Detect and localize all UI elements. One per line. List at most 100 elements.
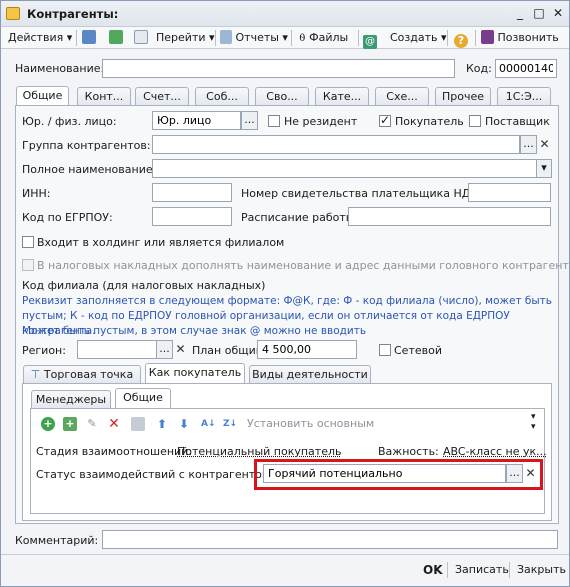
close-icon[interactable]: ✕: [549, 5, 567, 22]
edit-icon[interactable]: ✎: [85, 417, 99, 431]
move-up-icon[interactable]: ⬆: [155, 417, 169, 431]
phone-icon: [481, 30, 494, 44]
report-icon: [220, 30, 232, 44]
buyer-label: Покупатель: [395, 115, 464, 128]
group-input[interactable]: [152, 135, 520, 154]
tab-inner-general[interactable]: Общие: [115, 388, 171, 409]
tax-checkbox[interactable]: [22, 259, 34, 271]
region-label: Регион:: [22, 344, 66, 357]
footer-divider: [1, 554, 569, 555]
tab-general[interactable]: Общие: [16, 86, 69, 106]
tab-other[interactable]: Прочее: [435, 87, 491, 105]
region-select-button[interactable]: ...: [156, 340, 173, 359]
paperclip-icon: ⍬: [299, 31, 306, 44]
code-input[interactable]: [495, 59, 557, 78]
importance-link[interactable]: ABC-класс не ук...: [443, 445, 547, 458]
region-input[interactable]: [77, 340, 157, 359]
fullname-input[interactable]: [152, 159, 537, 178]
schedule-input[interactable]: [348, 207, 551, 226]
tab-contacts[interactable]: Конт...: [77, 87, 131, 105]
call-button[interactable]: Позвонить: [481, 30, 559, 46]
inn-label: ИНН:: [22, 187, 51, 200]
vat-input[interactable]: [468, 183, 551, 202]
holding-checkbox[interactable]: [22, 236, 34, 248]
importance-label: Важность:: [378, 445, 439, 458]
ok-button[interactable]: OK: [423, 563, 443, 577]
delete-icon[interactable]: ✕: [107, 417, 121, 431]
trade-point-icon: ⊤: [30, 368, 41, 381]
goto-menu[interactable]: Перейти ▾: [156, 30, 215, 46]
network-checkbox[interactable]: [379, 344, 391, 356]
holding-label: Входит в холдинг или является филиалом: [37, 236, 285, 249]
fullname-dropdown-icon[interactable]: ▾: [536, 159, 552, 178]
tab-categories[interactable]: Кате...: [315, 87, 369, 105]
copy-row-icon[interactable]: +: [63, 417, 77, 431]
stage-link[interactable]: Потенциальный покупатель: [177, 445, 341, 458]
stage-label: Стадия взаимоотношений:: [36, 445, 193, 458]
supplier-label: Поставщик: [485, 115, 550, 128]
tab-accounts[interactable]: Счет...: [135, 87, 189, 105]
title-bar: Контрагенты: _ □ ✕: [1, 1, 569, 27]
create-menu[interactable]: Создать ▾: [390, 30, 447, 46]
toolbar: Действия ▾ Перейти ▾ Отчеты ▾ ⍬ Файлы @ …: [1, 27, 569, 49]
minimize-icon[interactable]: _: [511, 5, 529, 22]
reports-menu[interactable]: Отчеты ▾: [220, 30, 288, 46]
refresh-icon[interactable]: [109, 30, 123, 46]
copy-icon[interactable]: [134, 30, 148, 46]
tab-activities[interactable]: Виды деятельности: [249, 365, 371, 383]
edrpou-label: Код по ЕГРПОУ:: [22, 211, 113, 224]
tax-label: В налоговых накладных дополнять наименов…: [37, 259, 570, 272]
email-icon[interactable]: @: [363, 30, 377, 49]
open-icon[interactable]: [82, 30, 96, 46]
actions-menu[interactable]: Действия ▾: [8, 30, 72, 46]
legal-type-select-button[interactable]: ...: [241, 111, 258, 130]
legal-type-label: Юр. / физ. лицо:: [22, 115, 117, 128]
status-clear-icon[interactable]: ✕: [523, 464, 538, 483]
add-icon[interactable]: +: [41, 417, 55, 431]
sort-desc-icon[interactable]: Z↓: [223, 417, 237, 431]
comment-label: Комментарий:: [15, 534, 99, 547]
region-clear-icon[interactable]: ✕: [173, 340, 188, 359]
save-button[interactable]: Записать: [455, 563, 509, 576]
group-select-button[interactable]: ...: [520, 135, 537, 154]
status-select-button[interactable]: ...: [506, 464, 523, 483]
buyer-checkbox[interactable]: [379, 113, 391, 127]
name-label: Наименование:: [15, 62, 105, 75]
tab-schemes[interactable]: Схе...: [375, 87, 429, 105]
network-label: Сетевой: [394, 344, 442, 357]
nonresident-checkbox[interactable]: [268, 115, 280, 127]
sort-asc-icon[interactable]: A↓: [201, 417, 216, 431]
status-input[interactable]: [263, 464, 506, 483]
close-button[interactable]: Закрыть: [517, 563, 566, 576]
schedule-label: Расписание работы:: [241, 211, 359, 224]
branch-label: Код филиала (для налоговых накладных): [22, 279, 266, 292]
group-clear-icon[interactable]: ✕: [537, 135, 552, 154]
vat-label: Номер свидетельства плательщика НДС:: [241, 187, 482, 200]
files-button[interactable]: ⍬ Файлы: [299, 30, 348, 46]
window: Контрагенты: _ □ ✕ Действия ▾ Перейти ▾ …: [0, 0, 570, 587]
tab-managers[interactable]: Менеджеры: [31, 390, 111, 408]
inn-input[interactable]: [152, 183, 232, 202]
help-icon[interactable]: ?: [454, 30, 468, 48]
tab-1c[interactable]: 1С:Э...: [497, 87, 551, 105]
save-row-icon[interactable]: [131, 417, 145, 431]
more-icon[interactable]: ▾ ▾: [531, 412, 536, 432]
tab-as-buyer[interactable]: Как покупатель: [145, 363, 245, 384]
tab-events[interactable]: Соб...: [195, 87, 249, 105]
code-label: Код:: [466, 62, 492, 75]
set-main-button[interactable]: Установить основным: [247, 417, 374, 430]
legal-type-input[interactable]: [152, 111, 241, 130]
edrpou-input[interactable]: [152, 207, 232, 226]
app-icon: [6, 7, 20, 20]
move-down-icon[interactable]: ⬇: [177, 417, 191, 431]
supplier-checkbox[interactable]: [469, 115, 481, 127]
comment-input[interactable]: [102, 530, 558, 549]
tab-properties[interactable]: Сво...: [255, 87, 309, 105]
tab-trade-point[interactable]: ⊤ Торговая точка: [23, 365, 141, 383]
window-title: Контрагенты:: [27, 7, 119, 21]
plan-input[interactable]: [257, 340, 357, 359]
name-input[interactable]: [102, 59, 455, 78]
nonresident-label: Не резидент: [284, 115, 358, 128]
hint-line-1: Реквизит заполняется в следующем формате…: [22, 295, 552, 307]
maximize-icon[interactable]: □: [530, 5, 548, 22]
